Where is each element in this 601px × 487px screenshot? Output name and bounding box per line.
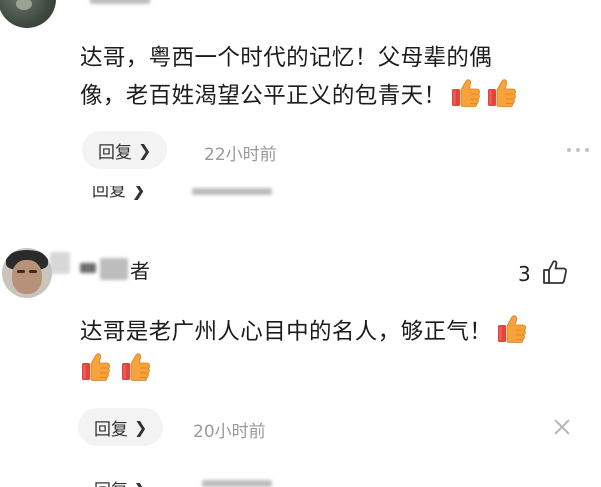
comment-text: 达哥是老广州人心目中的名人，够正气！ — [80, 313, 528, 389]
comment-text-line — [76, 351, 528, 389]
sub-reply-row: 回复 ❯ — [82, 186, 302, 202]
comment-text-line: 达哥是老广州人心目中的名人，够正气！ — [80, 313, 528, 351]
username-redacted — [80, 263, 96, 273]
timestamp-clipped — [192, 188, 272, 195]
thumbs-up-emoji-icon — [450, 77, 482, 109]
avatar-blur — [50, 252, 70, 274]
thumbs-up-emoji-icon — [120, 351, 152, 383]
sub-reply-row: 回复 ❯ — [82, 474, 302, 487]
reply-label: 回复 — [94, 419, 128, 440]
thumbs-up-emoji-icon — [486, 77, 518, 109]
reply-button[interactable]: 回复 ❯ — [78, 408, 164, 446]
like-count: 3 — [518, 262, 531, 286]
thumbs-up-emoji-icon — [80, 351, 112, 383]
reply-label: 回复 — [98, 142, 132, 163]
reply-label: 回复 — [94, 481, 128, 487]
comment-text-line: 达哥，粤西一个时代的记忆！父母辈的偶 — [80, 45, 493, 71]
thumbs-up-emoji-icon — [496, 313, 528, 345]
comment-text: 达哥，粤西一个时代的记忆！父母辈的偶 像，老百姓渴望公平正义的包青天！ — [80, 40, 518, 115]
username-redacted — [90, 0, 150, 4]
timestamp: 20小时前 — [193, 422, 266, 442]
chevron-right-icon: ❯ — [134, 417, 148, 437]
timestamp: 22小时前 — [204, 145, 277, 165]
reply-label: 回复 — [92, 186, 126, 201]
sub-reply-button[interactable]: 回复 ❯ — [94, 476, 148, 487]
thumbs-up-icon[interactable] — [541, 258, 569, 286]
reply-button[interactable]: 回复 ❯ — [82, 131, 168, 169]
timestamp-clipped — [202, 480, 272, 487]
close-icon[interactable] — [552, 417, 572, 437]
chevron-right-icon: ❯ — [138, 140, 152, 160]
avatar[interactable] — [0, 0, 56, 28]
comment-text-line: 像，老百姓渴望公平正义的包青天！ — [80, 77, 518, 115]
chevron-right-icon: ❯ — [128, 481, 147, 487]
avatar[interactable] — [2, 248, 52, 298]
chevron-right-icon: ❯ — [126, 186, 146, 201]
username-redacted — [100, 258, 128, 280]
sub-reply-button[interactable]: 回复 ❯ — [92, 186, 146, 201]
username[interactable]: 者 — [130, 255, 150, 284]
more-options-icon[interactable] — [567, 148, 589, 152]
